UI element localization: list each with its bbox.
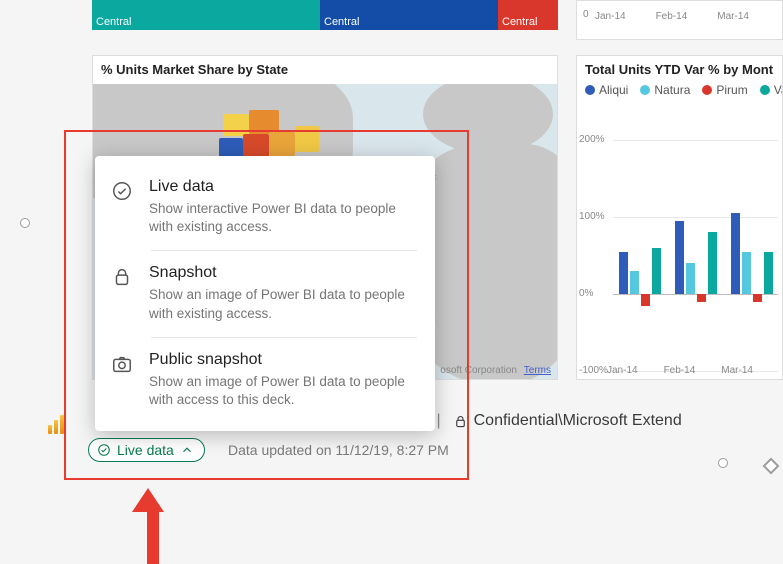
chevron-up-icon [180,443,194,457]
legend-swatch-icon [640,85,650,95]
map-attribution: osoft Corporation Terms [440,365,551,376]
legend-swatch-icon [585,85,595,95]
map-title: % Units Market Share by State [93,56,557,83]
y-tick: 200% [579,134,605,145]
legend-item: VanAr [760,83,783,97]
x-tick: Jan-14 [607,365,638,376]
line-chart-card[interactable]: 0 Jan-14 Feb-14 Mar-14 [576,0,783,40]
y-tick: 0% [579,288,593,299]
bar [652,248,661,294]
resize-handle-corner[interactable] [763,458,780,475]
pill-label: Live data [117,442,174,458]
bar [708,232,717,294]
menu-item-desc: Show an image of Power BI data to people… [149,373,417,409]
bar [753,294,762,302]
resize-handle-bottom[interactable] [718,458,728,468]
powerbi-logo-icon [48,414,64,434]
map-attr-text: osoft Corporation [440,365,517,376]
legend-swatch-icon [760,85,770,95]
legend-item: Pirum [702,83,747,97]
lock-icon [111,266,133,288]
bar [764,252,773,294]
check-circle-icon [97,443,111,457]
bar [675,221,684,294]
bar [619,252,628,294]
resize-handle-left[interactable] [20,218,30,228]
x-axis-labels: Jan-14 Feb-14 Mar-14 [595,11,749,22]
legend-item: Aliqui [585,83,628,97]
bar-groups [613,140,778,369]
axis-tick: 0 [583,9,589,20]
bar-segment-central-1: Central [92,0,320,30]
menu-item-desc: Show an image of Power BI data to people… [149,286,417,322]
camera-icon [111,353,133,375]
map-terms-link[interactable]: Terms [524,365,551,376]
x-tick: Mar-14 [717,11,749,22]
menu-item-snapshot[interactable]: Snapshot Show an image of Power BI data … [95,250,435,336]
bar-segment-central-2: Central [320,0,498,30]
bar-segment-central-3: Central [498,0,558,30]
chart-legend: Aliqui Natura Pirum VanAr [577,83,782,105]
bar-chart-card[interactable]: Total Units YTD Var % by Mont Aliqui Nat… [576,55,783,380]
menu-item-title: Public snapshot [149,351,417,369]
bar [697,294,706,302]
bar [731,213,740,294]
menu-item-desc: Show interactive Power BI data to people… [149,200,417,236]
data-updated-label: Data updated on 11/12/19, 8:27 PM [228,442,449,458]
annotation-arrow-icon [142,488,164,564]
menu-item-live-data[interactable]: Live data Show interactive Power BI data… [95,164,435,250]
x-axis-labels: Jan-14 Feb-14 Mar-14 [607,365,753,376]
bar [641,294,650,306]
bar [630,271,639,294]
x-tick: Mar-14 [721,365,753,376]
x-tick: Feb-14 [664,365,696,376]
menu-item-title: Live data [149,178,417,196]
y-tick: 100% [579,211,605,222]
separator: | [436,412,440,430]
y-tick: -100% [579,365,608,376]
data-mode-menu[interactable]: Live data Show interactive Power BI data… [95,156,435,431]
x-tick: Jan-14 [595,11,626,22]
check-circle-icon [111,180,133,202]
chart-title: Total Units YTD Var % by Mont [577,56,782,83]
lock-icon [453,414,468,429]
legend-swatch-icon [702,85,712,95]
menu-item-title: Snapshot [149,264,417,282]
x-tick: Feb-14 [656,11,688,22]
menu-item-public-snapshot[interactable]: Public snapshot Show an image of Power B… [95,337,435,423]
data-mode-pill-button[interactable]: Live data [88,438,205,462]
bar [742,252,751,294]
stacked-bar-header: Central Central Central [92,0,558,30]
bar [686,263,695,294]
legend-item: Natura [640,83,690,97]
confidential-label: Confidential\Microsoft Extend [474,412,682,430]
